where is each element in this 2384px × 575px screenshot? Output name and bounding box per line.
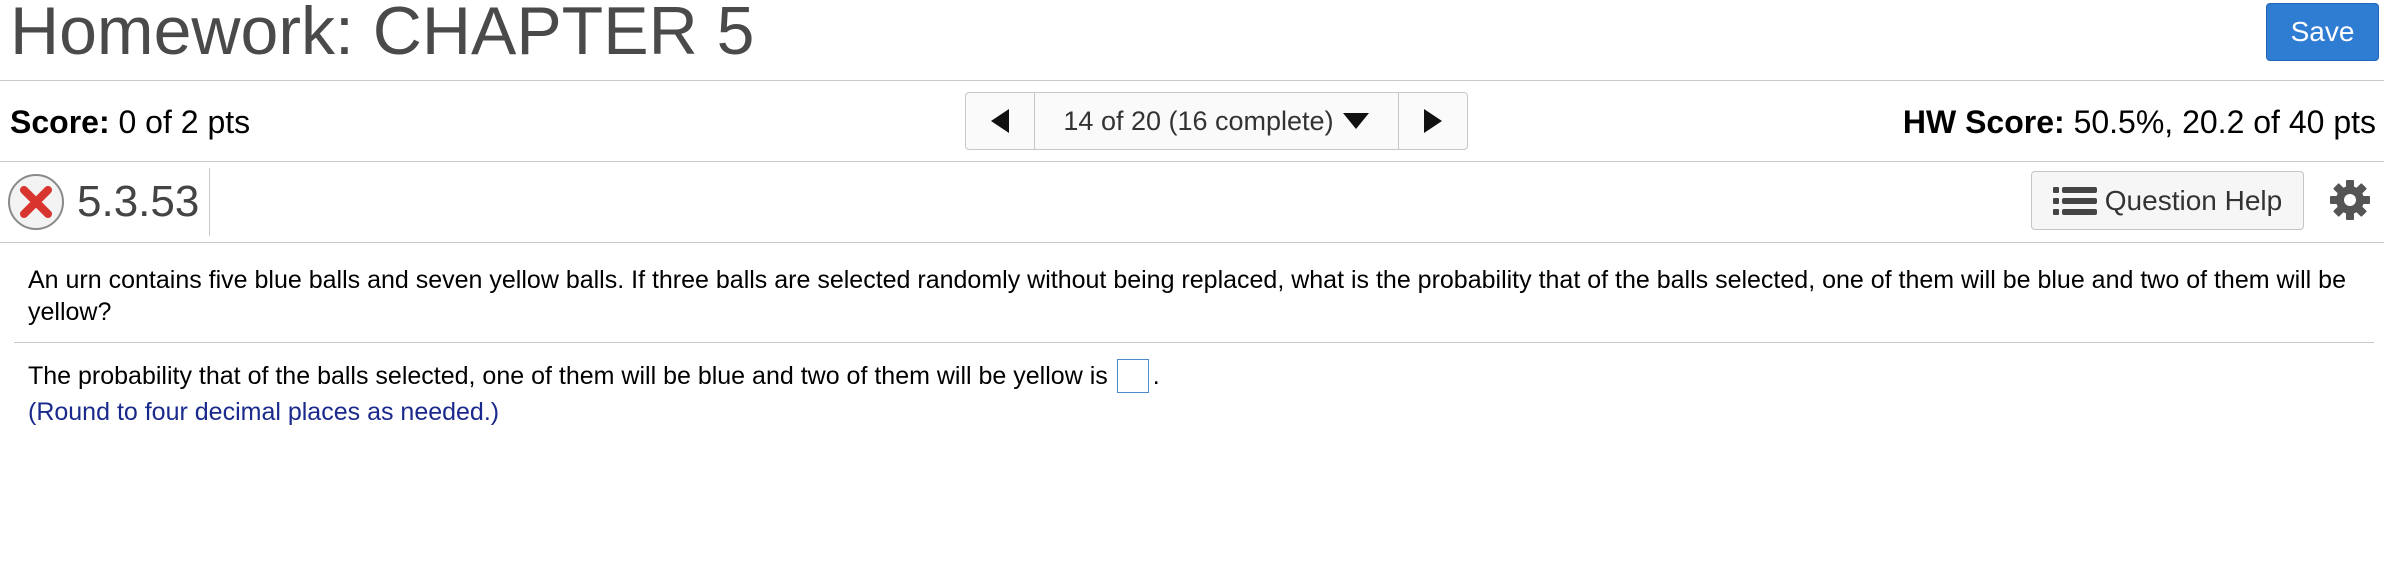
question-prompt: An urn contains five blue balls and seve… [28, 266, 2346, 326]
triangle-right-icon [1424, 109, 1442, 133]
question-help-button[interactable]: Question Help [2031, 171, 2304, 230]
answer-lead-text: The probability that of the balls select… [28, 362, 1108, 390]
gear-icon[interactable] [2329, 179, 2371, 221]
page-header: Homework: CHAPTER 5 Save [0, 0, 2384, 80]
answer-trail-text: . [1152, 362, 1160, 390]
divider [0, 242, 2384, 243]
question-help-label: Question Help [2104, 184, 2283, 216]
rounding-hint: (Round to four decimal places as needed.… [28, 398, 500, 426]
hw-score-label: HW Score: [1902, 104, 2065, 140]
next-question-button[interactable] [1398, 93, 1467, 149]
previous-question-button[interactable] [966, 93, 1035, 149]
caret-down-icon [1342, 113, 1369, 129]
score-value: 0 of 2 pts [118, 104, 251, 140]
question-number: 5.3.53 [77, 177, 200, 226]
question-navigator: 14 of 20 (16 complete) [965, 92, 1468, 150]
divider [209, 168, 210, 236]
divider [14, 342, 2374, 343]
divider [0, 80, 2384, 81]
answer-statement: The probability that of the balls select… [28, 358, 1160, 394]
save-button[interactable]: Save [2266, 3, 2379, 61]
list-icon [2052, 186, 2097, 215]
question-position: 14 of 20 (16 complete) [1063, 105, 1334, 136]
page-title: Homework: CHAPTER 5 [10, 0, 755, 69]
question-selector-dropdown[interactable]: 14 of 20 (16 complete) [1035, 93, 1398, 149]
triangle-left-icon [991, 109, 1009, 133]
answer-input[interactable] [1116, 359, 1149, 393]
hw-score-value: 50.5%, 20.2 of 40 pts [2073, 104, 2376, 140]
question-header: 5.3.53 Question Help [0, 162, 2384, 242]
score: Score: 0 of 2 pts [10, 104, 250, 141]
score-label: Score: [10, 104, 110, 140]
hw-score: HW Score: 50.5%, 20.2 of 40 pts [1903, 104, 2376, 141]
incorrect-x-icon [8, 174, 64, 230]
